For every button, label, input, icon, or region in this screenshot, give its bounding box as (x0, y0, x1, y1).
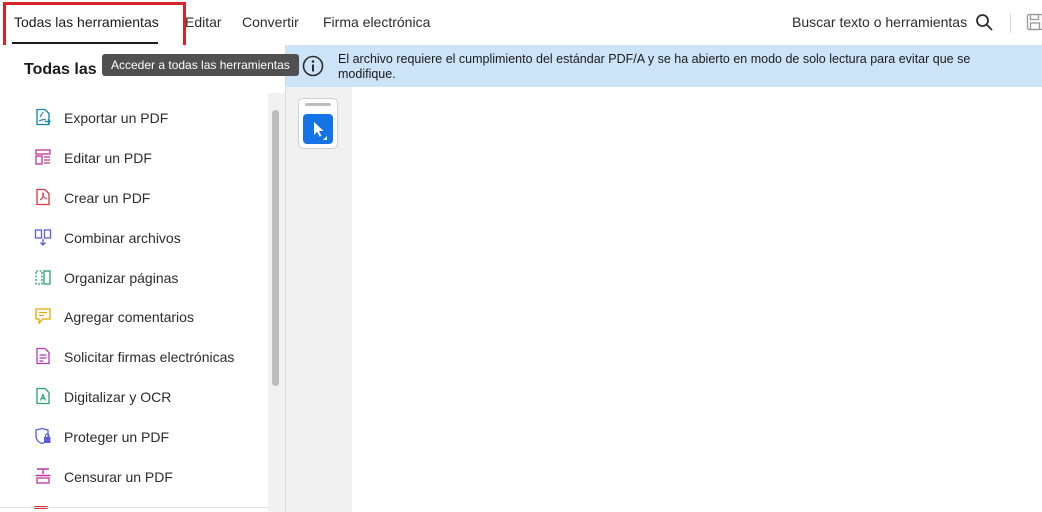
tab-convert[interactable]: Convertir (242, 14, 299, 30)
save-icon[interactable] (1026, 13, 1042, 31)
tool-label: Organizar páginas (64, 269, 179, 286)
protect-pdf-icon (35, 427, 51, 445)
document-canvas[interactable] (352, 87, 1042, 512)
export-pdf-icon (36, 108, 51, 126)
drag-handle[interactable] (305, 103, 331, 106)
request-signatures-icon (36, 348, 50, 365)
tool-label: Digitalizar y OCR (64, 389, 172, 406)
tab-all-tools[interactable]: Todas las herramientas (14, 14, 159, 30)
all-tools-panel: Todas las Exportar un PDF Editar un PDF (0, 45, 285, 512)
tool-add-comments[interactable]: Agregar comentarios (0, 296, 268, 336)
pdfa-info-banner: El archivo requiere el cumplimiento del … (286, 45, 1042, 87)
organize-pages-icon (35, 269, 51, 285)
tool-label: Censurar un PDF (64, 469, 173, 486)
selection-cursor-icon (314, 122, 327, 140)
tool-create-pdf[interactable]: Crear un PDF (0, 177, 268, 217)
tooltip: Acceder a todas las herramientas (102, 54, 299, 76)
tool-edit-pdf[interactable]: Editar un PDF (0, 137, 268, 177)
scrollbar-thumb[interactable] (272, 110, 279, 386)
combine-files-icon (34, 229, 52, 246)
redact-pdf-icon (35, 468, 51, 484)
search-icon[interactable] (975, 13, 993, 31)
tool-organize-pages[interactable]: Organizar páginas (0, 257, 268, 297)
tab-edit[interactable]: Editar (185, 14, 222, 30)
tool-protect-pdf[interactable]: Proteger un PDF (0, 416, 268, 456)
selection-tool-button[interactable] (303, 114, 333, 144)
quick-tools-card (298, 98, 338, 149)
floating-toolbar-rail (286, 87, 352, 512)
tool-request-signatures[interactable]: Solicitar firmas electrónicas (0, 336, 268, 376)
tool-label: Crear un PDF (64, 189, 151, 206)
tool-label: Editar un PDF (64, 149, 152, 166)
toolbar-divider (1010, 13, 1011, 33)
tab-e-signature[interactable]: Firma electrónica (323, 14, 430, 30)
panel-bottom-divider (0, 507, 268, 508)
tool-label: Solicitar firmas electrónicas (64, 349, 235, 366)
tool-label: Exportar un PDF (64, 110, 169, 126)
info-message: El archivo requiere el cumplimiento del … (338, 52, 1042, 82)
search-tools-label[interactable]: Buscar texto o herramientas (792, 14, 967, 30)
panel-title: Todas las (24, 61, 97, 78)
tool-export-pdf[interactable]: Exportar un PDF (0, 97, 268, 137)
edit-pdf-icon (35, 149, 51, 165)
active-tab-indicator (12, 42, 158, 44)
info-message-line1: El archivo requiere el cumplimiento del … (338, 52, 971, 66)
tool-label: Agregar comentarios (64, 309, 194, 326)
tool-scan-ocr[interactable]: Digitalizar y OCR (0, 376, 268, 416)
tools-list: Exportar un PDF Editar un PDF Crear un P… (0, 97, 268, 496)
scan-ocr-icon (36, 388, 50, 405)
add-comment-icon (35, 308, 51, 326)
tool-label: Proteger un PDF (64, 429, 170, 446)
create-pdf-icon (36, 188, 50, 205)
info-icon (302, 55, 324, 77)
top-navigation-bar: Todas las herramientas Editar Convertir … (0, 0, 1042, 45)
info-message-line2: modifique. (338, 67, 396, 81)
tool-combine-files[interactable]: Combinar archivos (0, 217, 268, 257)
tool-redact-pdf[interactable]: Censurar un PDF (0, 456, 268, 496)
tool-label: Combinar archivos (64, 229, 181, 246)
